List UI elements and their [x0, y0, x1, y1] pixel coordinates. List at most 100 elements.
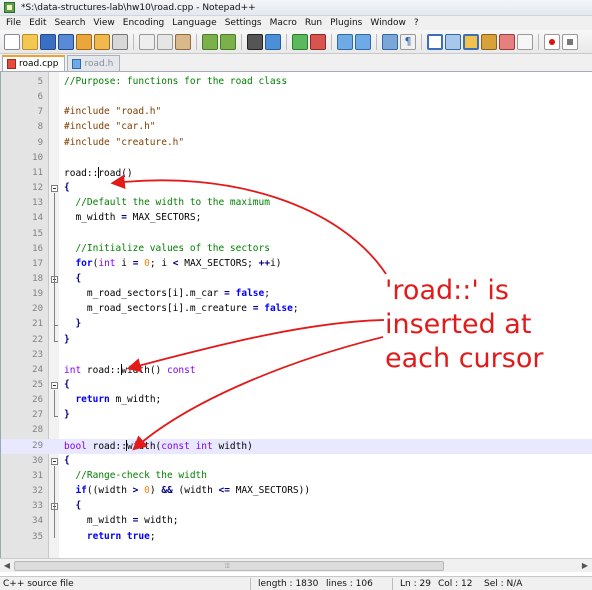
- find-icon[interactable]: [247, 33, 263, 50]
- code-text[interactable]: //Purpose: functions for the road class: [64, 76, 287, 87]
- folder-workspace-icon[interactable]: [481, 33, 497, 50]
- code-text[interactable]: return true;: [64, 531, 156, 542]
- copy-icon[interactable]: [157, 33, 173, 50]
- zoom-in-icon[interactable]: [292, 33, 308, 50]
- code-line[interactable]: 17 for(int i = 0; i < MAX_SECTORS; ++i): [1, 257, 592, 272]
- code-line[interactable]: 33 {: [1, 499, 592, 514]
- stop-record-icon[interactable]: [562, 33, 578, 50]
- fold-toggle-icon[interactable]: [51, 185, 58, 193]
- record-macro-icon[interactable]: [544, 33, 560, 50]
- code-text[interactable]: {: [64, 273, 81, 284]
- code-text[interactable]: }: [64, 409, 70, 420]
- code-line[interactable]: 15: [1, 227, 592, 242]
- code-line[interactable]: 16 //Initialize values of the sectors: [1, 242, 592, 257]
- tab-road-h[interactable]: road.h: [67, 55, 121, 71]
- line-number: 28: [32, 425, 43, 436]
- fold-toggle-icon[interactable]: [51, 457, 58, 465]
- menu-encoding[interactable]: Encoding: [119, 18, 168, 28]
- code-line[interactable]: 8 #include "car.h": [1, 120, 592, 135]
- code-line[interactable]: 5 //Purpose: functions for the road class: [1, 75, 592, 90]
- code-line[interactable]: 9 #include "creature.h": [1, 136, 592, 151]
- code-line[interactable]: 32 if((width > 0) && (width <= MAX_SECTO…: [1, 484, 592, 499]
- code-text[interactable]: }: [64, 318, 81, 329]
- code-text[interactable]: {: [64, 455, 70, 466]
- code-line[interactable]: 35 return true;: [1, 530, 592, 545]
- code-text[interactable]: m_road_sectors[i].m_car = false;: [64, 288, 270, 299]
- code-text[interactable]: m_width = width;: [64, 515, 179, 526]
- menu-help[interactable]: ?: [410, 18, 423, 28]
- code-text[interactable]: bool road::width(const int width): [64, 439, 253, 452]
- close-all-icon[interactable]: [94, 33, 110, 50]
- code-line[interactable]: 25 {: [1, 378, 592, 393]
- code-text[interactable]: for(int i = 0; i < MAX_SECTORS; ++i): [64, 258, 281, 269]
- code-text[interactable]: int road::width() const: [64, 363, 196, 376]
- code-text[interactable]: {: [64, 500, 81, 511]
- replace-icon[interactable]: [265, 33, 281, 50]
- save-icon[interactable]: [40, 33, 56, 50]
- code-line[interactable]: 7 #include "road.h": [1, 105, 592, 120]
- menu-view[interactable]: View: [89, 18, 118, 28]
- code-line[interactable]: 12 {: [1, 181, 592, 196]
- code-text[interactable]: #include "creature.h": [64, 137, 184, 148]
- word-wrap-icon[interactable]: [382, 33, 398, 50]
- menu-file[interactable]: File: [2, 18, 25, 28]
- horizontal-scrollbar[interactable]: ◀ ⦙⦙⦙ ▶: [0, 558, 592, 572]
- code-line[interactable]: 11 road::road(): [1, 166, 592, 181]
- code-text[interactable]: {: [64, 182, 70, 193]
- menu-plugins[interactable]: Plugins: [326, 18, 366, 28]
- sync-vertical-icon[interactable]: [337, 33, 353, 50]
- code-text[interactable]: m_width = MAX_SECTORS;: [64, 212, 201, 223]
- scroll-thumb[interactable]: ⦙⦙⦙: [14, 561, 444, 571]
- menu-run[interactable]: Run: [301, 18, 326, 28]
- doc-map-icon[interactable]: [445, 33, 461, 50]
- cut-icon[interactable]: [139, 33, 155, 50]
- scroll-left-icon[interactable]: ◀: [2, 561, 12, 571]
- code-text[interactable]: //Range-check the width: [64, 470, 207, 481]
- code-text[interactable]: road::road(): [64, 166, 133, 179]
- code-text[interactable]: #include "car.h": [64, 121, 156, 132]
- menu-settings[interactable]: Settings: [221, 18, 266, 28]
- code-line[interactable]: 6: [1, 90, 592, 105]
- menu-edit[interactable]: Edit: [25, 18, 50, 28]
- tab-road-cpp[interactable]: road.cpp: [2, 55, 66, 71]
- close-icon[interactable]: [76, 33, 92, 50]
- code-text[interactable]: }: [64, 334, 70, 345]
- redo-icon[interactable]: [220, 33, 236, 50]
- scroll-right-icon[interactable]: ▶: [580, 561, 590, 571]
- paste-icon[interactable]: [175, 33, 191, 50]
- menu-search[interactable]: Search: [51, 18, 90, 28]
- code-text[interactable]: #include "road.h": [64, 106, 161, 117]
- show-all-chars-icon[interactable]: ¶: [400, 33, 416, 50]
- code-line[interactable]: 31 //Range-check the width: [1, 469, 592, 484]
- code-line[interactable]: 34 m_width = width;: [1, 514, 592, 529]
- monitor-icon[interactable]: [499, 33, 515, 50]
- code-line[interactable]: 29 bool road::width(const int width): [1, 438, 592, 454]
- fold-toggle-icon[interactable]: [51, 382, 58, 389]
- new-file-icon[interactable]: [4, 33, 20, 50]
- code-line[interactable]: 30 {: [1, 454, 592, 469]
- code-text[interactable]: m_road_sectors[i].m_creature = false;: [64, 303, 299, 314]
- sync-horizontal-icon[interactable]: [355, 33, 371, 50]
- code-text[interactable]: if((width > 0) && (width <= MAX_SECTORS)…: [64, 485, 310, 496]
- zoom-out-icon[interactable]: [310, 33, 326, 50]
- print-icon[interactable]: [112, 33, 128, 50]
- code-line[interactable]: 28: [1, 423, 592, 438]
- menu-window[interactable]: Window: [366, 18, 410, 28]
- code-text[interactable]: //Default the width to the maximum: [64, 197, 269, 208]
- indent-guide-icon[interactable]: [427, 33, 443, 50]
- undo-icon[interactable]: [202, 33, 218, 50]
- menu-macro[interactable]: Macro: [266, 18, 301, 28]
- code-text[interactable]: //Initialize values of the sectors: [64, 243, 269, 254]
- code-line[interactable]: 13 //Default the width to the maximum: [1, 196, 592, 211]
- code-line[interactable]: 27}: [1, 408, 592, 423]
- code-line[interactable]: 14 m_width = MAX_SECTORS;: [1, 211, 592, 226]
- code-text[interactable]: {: [64, 379, 70, 390]
- menu-language[interactable]: Language: [168, 18, 220, 28]
- code-text[interactable]: return m_width;: [64, 394, 161, 405]
- code-line[interactable]: 10: [1, 151, 592, 166]
- open-file-icon[interactable]: [22, 33, 38, 50]
- code-line[interactable]: 26 return m_width;: [1, 393, 592, 408]
- save-all-icon[interactable]: [58, 33, 74, 50]
- function-list-icon[interactable]: [463, 33, 479, 50]
- eye-icon[interactable]: [517, 33, 533, 50]
